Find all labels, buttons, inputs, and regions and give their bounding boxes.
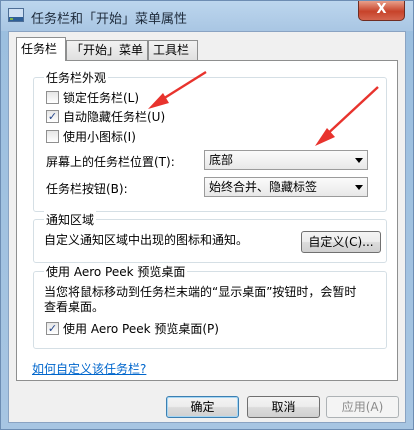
use-peek-label[interactable]: 使用 Aero Peek 预览桌面(P) bbox=[63, 320, 219, 337]
appearance-legend: 任务栏外观 bbox=[44, 69, 109, 86]
location-select[interactable]: 底部 bbox=[204, 150, 368, 170]
use-peek-checkbox[interactable]: ✓ bbox=[46, 322, 59, 335]
title-bar[interactable]: 任务栏和「开始」菜单属性 X bbox=[1, 1, 413, 31]
taskbar-buttons-value: 始终合并、隐藏标签 bbox=[209, 180, 318, 194]
chevron-down-icon bbox=[355, 185, 363, 190]
taskbar-properties-window: 任务栏和「开始」菜单属性 X 任务栏 「开始」菜单 工具栏 任务栏外观 锁定任务… bbox=[0, 0, 414, 430]
tab-taskbar[interactable]: 任务栏 bbox=[16, 37, 66, 61]
auto-hide-checkbox[interactable]: ✓ bbox=[46, 110, 59, 123]
notification-legend: 通知区域 bbox=[44, 211, 97, 228]
help-link[interactable]: 如何自定义该任务栏? bbox=[32, 360, 146, 377]
close-button[interactable]: X bbox=[358, 1, 405, 21]
notification-description: 自定义通知区域中出现的图标和通知。 bbox=[44, 233, 249, 247]
window-title: 任务栏和「开始」菜单属性 bbox=[31, 12, 188, 27]
cancel-button[interactable]: 取消 bbox=[247, 396, 320, 418]
tab-start-menu[interactable]: 「开始」菜单 bbox=[66, 40, 148, 60]
location-label: 屏幕上的任务栏位置(T): bbox=[46, 155, 175, 169]
location-value: 底部 bbox=[209, 153, 234, 167]
small-icons-label[interactable]: 使用小图标(I) bbox=[63, 128, 136, 145]
aero-peek-legend: 使用 Aero Peek 预览桌面 bbox=[44, 263, 188, 280]
dialog-client-area: 任务栏 「开始」菜单 工具栏 任务栏外观 锁定任务栏(L) ✓ 自动隐藏任务栏(… bbox=[8, 31, 406, 423]
aero-peek-description-line2: 查看桌面。 bbox=[44, 300, 105, 314]
ok-button[interactable]: 确定 bbox=[166, 396, 239, 418]
auto-hide-label[interactable]: 自动隐藏任务栏(U) bbox=[63, 108, 165, 125]
buttons-label: 任务栏按钮(B): bbox=[46, 182, 128, 196]
lock-taskbar-label[interactable]: 锁定任务栏(L) bbox=[63, 89, 139, 106]
small-icons-checkbox[interactable] bbox=[46, 130, 59, 143]
taskbar-buttons-select[interactable]: 始终合并、隐藏标签 bbox=[204, 177, 368, 197]
taskbar-icon bbox=[8, 8, 24, 22]
tab-toolbars[interactable]: 工具栏 bbox=[148, 40, 198, 60]
apply-button[interactable]: 应用(A) bbox=[326, 396, 399, 418]
chevron-down-icon bbox=[355, 158, 363, 163]
lock-taskbar-checkbox[interactable] bbox=[46, 91, 59, 104]
tab-panel: 任务栏外观 锁定任务栏(L) ✓ 自动隐藏任务栏(U) 使用小图标(I) 屏幕上… bbox=[16, 60, 398, 381]
customize-button[interactable]: 自定义(C)... bbox=[301, 231, 381, 253]
